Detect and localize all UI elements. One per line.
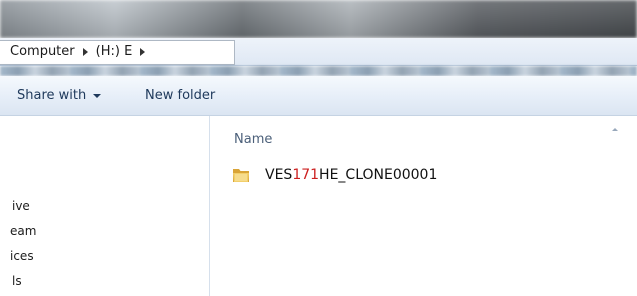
folder-icon: [232, 167, 250, 183]
file-list: Name VES171HE_CLONE00001: [210, 116, 637, 296]
nav-item-4[interactable]: ls: [12, 274, 22, 288]
breadcrumb-computer[interactable]: Computer: [0, 44, 79, 59]
window-title-bar: [0, 0, 637, 38]
breadcrumb-arrow-icon[interactable]: [82, 47, 88, 56]
nav-item-1[interactable]: ive: [12, 199, 30, 213]
nav-item-2[interactable]: eam: [10, 224, 36, 238]
file-name-highlight: 171: [292, 167, 320, 183]
file-row-folder[interactable]: VES171HE_CLONE00001: [232, 160, 499, 190]
breadcrumb-arrow-icon[interactable]: [140, 47, 146, 56]
file-name: VES171HE_CLONE00001: [265, 167, 437, 183]
share-with-label: Share with: [17, 88, 87, 103]
file-name-suffix: HE_CLONE00001: [319, 167, 438, 183]
share-with-button[interactable]: Share with: [17, 88, 102, 103]
navigation-pane[interactable]: ive eam ices ls: [0, 116, 210, 296]
column-header-name[interactable]: Name: [234, 132, 272, 147]
new-folder-button[interactable]: New folder: [145, 88, 215, 103]
nav-item-3[interactable]: ices: [10, 249, 34, 263]
address-bar[interactable]: Computer (H:) E: [0, 38, 637, 66]
breadcrumb-drive-h[interactable]: (H:) E: [96, 44, 137, 59]
new-folder-label: New folder: [145, 88, 216, 103]
chevron-down-icon: [93, 93, 102, 98]
blurred-strip: [0, 66, 637, 76]
file-name-prefix: VES: [265, 167, 293, 183]
breadcrumb: Computer (H:) E: [0, 44, 153, 59]
sort-arrow-icon: [612, 128, 618, 131]
command-bar: Share with New folder: [0, 76, 637, 116]
